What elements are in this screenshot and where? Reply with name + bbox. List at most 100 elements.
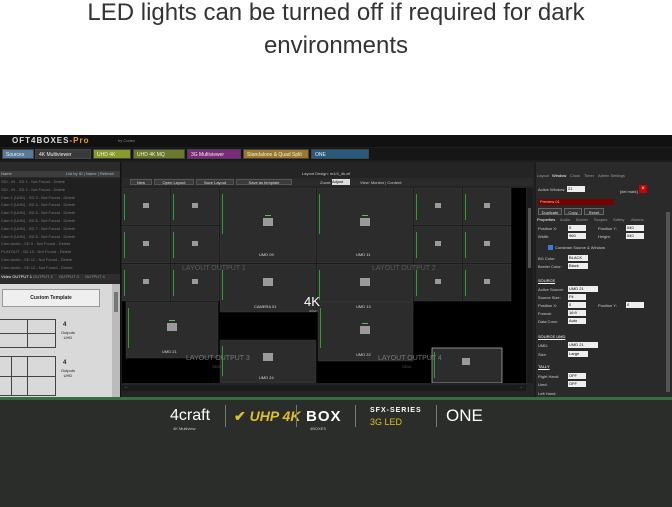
- tab-clock[interactable]: Clock: [570, 173, 580, 178]
- tab-uhd-4k[interactable]: UHD 4K: [93, 149, 131, 159]
- copy-button[interactable]: Copy: [564, 208, 582, 215]
- divider: [436, 405, 437, 427]
- tab-4k-multiviewer[interactable]: 4K Multiviewer: [35, 149, 91, 159]
- tab-output-4[interactable]: OUTPUT 4: [85, 274, 105, 279]
- tab-admin-settings[interactable]: Admin Settings: [598, 173, 625, 178]
- tab-output-1[interactable]: Video OUTPUT 1: [1, 274, 32, 279]
- template-thumb-2[interactable]: [0, 356, 56, 396]
- tab-3g-multiviewer[interactable]: 3G Multiviewer: [187, 149, 241, 159]
- layout-canvas[interactable]: LAYOUT OUTPUT 1 LAYOUT OUTPUT 2 LAYOUT O…: [122, 188, 526, 383]
- tab-timer[interactable]: Timer: [584, 173, 594, 178]
- source-list-item[interactable]: Cam 6 (UHD) - SD 8 - Not Found - Delete: [1, 234, 75, 239]
- save-layout-button[interactable]: Save Layout: [196, 179, 234, 185]
- source-position-y-input[interactable]: 0: [626, 302, 644, 308]
- subtab-properties[interactable]: Properties: [537, 217, 555, 222]
- source-list-item[interactable]: SDI - IN - SD 1 - Not Found - Delete: [1, 179, 65, 184]
- position-x-input[interactable]: 0: [568, 225, 586, 231]
- bg-color-select[interactable]: BLACK: [568, 255, 588, 261]
- data-conv-select[interactable]: Auto: [568, 318, 586, 324]
- scroll-thumb[interactable]: [114, 292, 118, 312]
- brand-sub: 4BOXES: [310, 426, 327, 431]
- source-position-x-input[interactable]: 0: [568, 302, 586, 308]
- subtab-audio[interactable]: Audio: [560, 217, 570, 222]
- app-by: by Cortex: [118, 138, 136, 143]
- size-select[interactable]: Large: [568, 351, 588, 357]
- tab-one[interactable]: ONE: [311, 149, 369, 159]
- source-size-select[interactable]: Fit: [568, 294, 586, 300]
- source-list-item[interactable]: SDI - IN - SD 2 - Not Found - Delete: [1, 187, 65, 192]
- source-list-item[interactable]: Cam 2 (UHD) - SD 4 - Not Found - Delete: [1, 202, 75, 207]
- preview-select[interactable]: Preview 01: [538, 199, 614, 205]
- right-hand-label: Right Hand:: [538, 374, 560, 379]
- properties-scrollbar[interactable]: [666, 212, 670, 392]
- open-layout-button[interactable]: Open Layout: [154, 179, 194, 185]
- tab-output-2[interactable]: OUTPUT 2: [33, 274, 53, 279]
- scroll-thumb[interactable]: [528, 208, 531, 268]
- subtab-safety[interactable]: Safety: [613, 217, 624, 222]
- arrow-left-icon[interactable]: ←: [124, 384, 129, 390]
- format-select[interactable]: 16:9: [568, 310, 586, 316]
- tab-sources[interactable]: Sources: [2, 149, 34, 159]
- source-list-item[interactable]: PLAYOUT - SD 10 - Not Found - Delete: [1, 249, 71, 254]
- source-list-item[interactable]: Cam Audio - SD 9 - Not Found - Delete: [1, 241, 70, 246]
- divider: [225, 405, 226, 427]
- subtab-border[interactable]: Border: [576, 217, 588, 222]
- arrow-right-icon[interactable]: →: [518, 384, 523, 390]
- properties-tabs: Layout Window Clock Timer Admin Settings: [536, 173, 672, 179]
- app-title: OFT4BOXES: [12, 136, 70, 145]
- format-label: Format:: [538, 311, 552, 316]
- width-label: Width:: [538, 234, 550, 239]
- umd-input[interactable]: UMD 21: [568, 342, 598, 348]
- output-3-sub: SDI3: [212, 364, 222, 369]
- delete-icon[interactable]: ×: [639, 185, 647, 193]
- tally-umd-label: Umd:: [538, 382, 548, 387]
- subtab-alarms[interactable]: Alarms: [631, 217, 643, 222]
- brand-4craft: 4craft: [170, 407, 210, 425]
- subtab-scopes[interactable]: Scopes: [594, 217, 607, 222]
- source-list-item[interactable]: Cam 5 (UHD) - SD 7 - Not Found - Delete: [1, 226, 75, 231]
- active-window-select[interactable]: 21: [567, 186, 585, 192]
- tally-umd-select[interactable]: OFF: [568, 381, 586, 387]
- active-source-select[interactable]: UMD 21: [568, 286, 598, 292]
- delete-window-label: [del mark]: [620, 189, 638, 194]
- source-umd-section-header: SOURCE UMD: [538, 334, 566, 339]
- view-toggle[interactable]: View: Monitor | Content: [360, 180, 401, 185]
- tab-label: UHD 4K: [97, 152, 116, 158]
- new-button[interactable]: New: [130, 179, 152, 185]
- canvas-vscroll[interactable]: [527, 188, 533, 383]
- template-label: Outputs UHD: [60, 330, 75, 340]
- caption-line-1: LED lights can be turned off if required…: [87, 0, 585, 26]
- save-template-button[interactable]: Save as template: [236, 179, 292, 185]
- source-list-item[interactable]: Cam 4 (UHD) - SD 6 - Not Found - Delete: [1, 218, 75, 223]
- tab-standalone[interactable]: Standalone & Quad Split: [243, 149, 309, 159]
- data-conv-label: Data Conv:: [538, 319, 559, 324]
- source-size-label: Source Size:: [538, 295, 561, 300]
- source-list-item[interactable]: Cam Audio - SD 12 - Not Found - Delete: [1, 265, 73, 270]
- border-color-select[interactable]: Black: [568, 263, 588, 269]
- height-input[interactable]: 540: [626, 233, 644, 239]
- source-list-item[interactable]: Cam 3 (UHD) - SD 5 - Not Found - Delete: [1, 210, 75, 215]
- width-input[interactable]: 960: [568, 233, 586, 239]
- custom-template-button[interactable]: Custom Template: [2, 289, 100, 307]
- tab-layout[interactable]: Layout: [537, 173, 549, 178]
- active-window-label: Active Window:: [538, 187, 566, 192]
- source-list: SDI - IN - SD 1 - Not Found - Delete SDI …: [0, 178, 120, 274]
- umd-label: UMD 13: [356, 304, 371, 309]
- tab-uhd-4k-mq[interactable]: UHD 4K MQ: [133, 149, 185, 159]
- zoom-select[interactable]: Adjust: [332, 179, 350, 185]
- template-scrollbar[interactable]: [112, 284, 120, 397]
- template-thumb-1[interactable]: [0, 319, 56, 348]
- tab-output-3[interactable]: OUTPUT 3: [59, 274, 79, 279]
- source-list-item[interactable]: Cam Audio - SD 11 - Not Found - Delete: [1, 257, 72, 262]
- title-bar: OFT4BOXES-Pro by Cortex: [0, 135, 672, 147]
- source-list-item[interactable]: Cam 1 (UHD) - SD 3 - Not Found - Delete: [1, 195, 75, 200]
- constrain-checkbox[interactable]: [548, 245, 553, 250]
- sort-links[interactable]: List by ID | Name | Refresh: [66, 171, 114, 176]
- main-tabs: Sources 4K Multiviewer UHD 4K UHD 4K MQ …: [0, 148, 672, 160]
- tab-window[interactable]: Window: [552, 173, 566, 178]
- canvas-hscroll[interactable]: ← →: [122, 384, 526, 391]
- duplicate-button[interactable]: Duplicate: [538, 208, 562, 215]
- right-hand-select[interactable]: OFF: [568, 373, 586, 379]
- position-y-input[interactable]: 540: [626, 225, 644, 231]
- reset-button[interactable]: Reset: [584, 208, 604, 215]
